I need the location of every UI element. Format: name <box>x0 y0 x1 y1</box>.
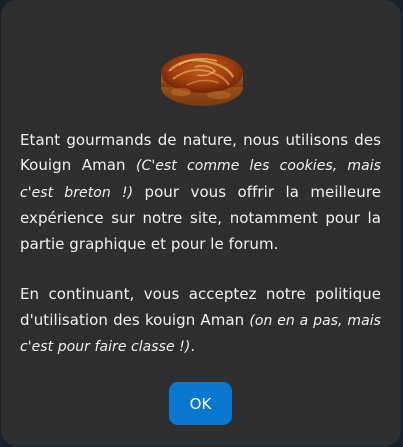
message-paragraph-2: En continuant, vous acceptez notre polit… <box>20 282 381 360</box>
cookie-consent-dialog: Etant gourmands de nature, nous utilison… <box>1 0 401 446</box>
kouign-amann-image <box>161 53 243 106</box>
dialog-message: Etant gourmands de nature, nous utilison… <box>20 128 381 361</box>
paragraph-2-text-end: . <box>190 337 196 356</box>
message-paragraph-1: Etant gourmands de nature, nous utilison… <box>20 128 381 257</box>
ok-button[interactable]: OK <box>169 382 232 425</box>
